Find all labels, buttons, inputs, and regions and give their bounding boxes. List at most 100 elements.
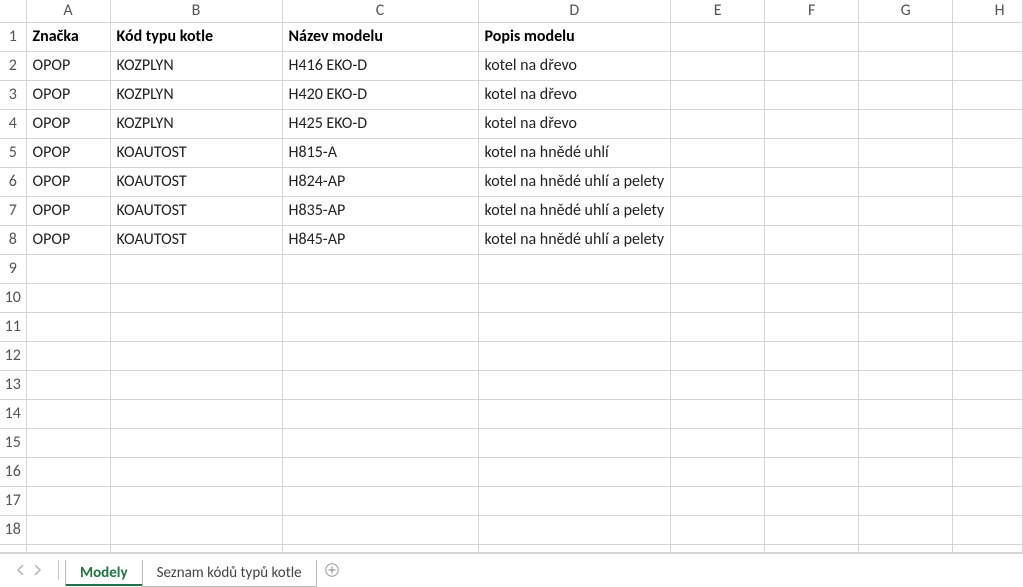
cell-D4[interactable]: kotel na dřevo (478, 110, 671, 139)
row-header-18[interactable]: 18 (0, 516, 26, 545)
cell-C2[interactable]: H416 EKO-D (282, 52, 478, 81)
cell-E19[interactable] (671, 545, 765, 554)
cell-C13[interactable] (282, 371, 478, 400)
cell-D7[interactable]: kotel na hnědé uhlí a pelety (478, 197, 671, 226)
cell-D2[interactable]: kotel na dřevo (478, 52, 671, 81)
cell-A19[interactable] (26, 545, 110, 554)
cell-F6[interactable] (765, 168, 859, 197)
cell-F19[interactable] (765, 545, 859, 554)
cell-D9[interactable] (478, 255, 671, 284)
cell-E1[interactable] (671, 23, 765, 52)
cell-A5[interactable]: OPOP (26, 139, 110, 168)
cell-G10[interactable] (859, 284, 953, 313)
cell-C16[interactable] (282, 458, 478, 487)
cell-C15[interactable] (282, 429, 478, 458)
cell-D17[interactable] (478, 487, 671, 516)
select-all-corner[interactable] (0, 0, 26, 23)
cell-D14[interactable] (478, 400, 671, 429)
cell-B17[interactable] (110, 487, 282, 516)
cell-F5[interactable] (765, 139, 859, 168)
cell-D5[interactable]: kotel na hnědé uhlí (478, 139, 671, 168)
cell-H6[interactable] (953, 168, 1023, 197)
cell-E8[interactable] (671, 226, 765, 255)
cell-E14[interactable] (671, 400, 765, 429)
cell-A9[interactable] (26, 255, 110, 284)
cell-G18[interactable] (859, 516, 953, 545)
cell-B6[interactable]: KOAUTOST (110, 168, 282, 197)
cell-C8[interactable]: H845-AP (282, 226, 478, 255)
cell-E2[interactable] (671, 52, 765, 81)
cell-H9[interactable] (953, 255, 1023, 284)
cell-F14[interactable] (765, 400, 859, 429)
cell-G4[interactable] (859, 110, 953, 139)
cell-H12[interactable] (953, 342, 1023, 371)
cell-B4[interactable]: KOZPLYN (110, 110, 282, 139)
cell-B14[interactable] (110, 400, 282, 429)
cell-G12[interactable] (859, 342, 953, 371)
spreadsheet-grid[interactable]: A B C D E F G H 1ZnačkaKód typu kotleNáz… (0, 0, 1023, 553)
col-header-G[interactable]: G (859, 0, 953, 23)
cell-H13[interactable] (953, 371, 1023, 400)
cell-H4[interactable] (953, 110, 1023, 139)
cell-B18[interactable] (110, 516, 282, 545)
cell-C3[interactable]: H420 EKO-D (282, 81, 478, 110)
cell-H5[interactable] (953, 139, 1023, 168)
row-header-4[interactable]: 4 (0, 110, 26, 139)
cell-F1[interactable] (765, 23, 859, 52)
cell-D19[interactable] (478, 545, 671, 554)
cell-E11[interactable] (671, 313, 765, 342)
cell-A14[interactable] (26, 400, 110, 429)
cell-B12[interactable] (110, 342, 282, 371)
row-header-2[interactable]: 2 (0, 52, 26, 81)
cell-G7[interactable] (859, 197, 953, 226)
cell-B8[interactable]: KOAUTOST (110, 226, 282, 255)
cell-H8[interactable] (953, 226, 1023, 255)
cell-H16[interactable] (953, 458, 1023, 487)
col-header-E[interactable]: E (671, 0, 765, 23)
cell-B9[interactable] (110, 255, 282, 284)
cell-E15[interactable] (671, 429, 765, 458)
cell-E7[interactable] (671, 197, 765, 226)
col-header-H[interactable]: H (953, 0, 1023, 23)
cell-F3[interactable] (765, 81, 859, 110)
cell-C18[interactable] (282, 516, 478, 545)
cell-A17[interactable] (26, 487, 110, 516)
cell-E6[interactable] (671, 168, 765, 197)
row-header-11[interactable]: 11 (0, 313, 26, 342)
cell-B11[interactable] (110, 313, 282, 342)
cell-C11[interactable] (282, 313, 478, 342)
cell-E3[interactable] (671, 81, 765, 110)
cell-G19[interactable] (859, 545, 953, 554)
col-header-D[interactable]: D (478, 0, 671, 23)
sheet-nav-prev-icon[interactable] (14, 563, 28, 577)
cell-H11[interactable] (953, 313, 1023, 342)
cell-F15[interactable] (765, 429, 859, 458)
cell-B2[interactable]: KOZPLYN (110, 52, 282, 81)
cell-G8[interactable] (859, 226, 953, 255)
cell-F13[interactable] (765, 371, 859, 400)
cell-B3[interactable]: KOZPLYN (110, 81, 282, 110)
cell-F12[interactable] (765, 342, 859, 371)
row-header-13[interactable]: 13 (0, 371, 26, 400)
cell-A15[interactable] (26, 429, 110, 458)
cell-E10[interactable] (671, 284, 765, 313)
cell-C5[interactable]: H815-A (282, 139, 478, 168)
new-sheet-button[interactable] (316, 554, 348, 586)
row-header-5[interactable]: 5 (0, 139, 26, 168)
cell-A4[interactable]: OPOP (26, 110, 110, 139)
row-header-9[interactable]: 9 (0, 255, 26, 284)
cell-B7[interactable]: KOAUTOST (110, 197, 282, 226)
cell-F17[interactable] (765, 487, 859, 516)
col-header-F[interactable]: F (765, 0, 859, 23)
cell-H2[interactable] (953, 52, 1023, 81)
cell-A13[interactable] (26, 371, 110, 400)
row-header-6[interactable]: 6 (0, 168, 26, 197)
cell-A18[interactable] (26, 516, 110, 545)
row-header-16[interactable]: 16 (0, 458, 26, 487)
cell-C17[interactable] (282, 487, 478, 516)
cell-E18[interactable] (671, 516, 765, 545)
row-header-12[interactable]: 12 (0, 342, 26, 371)
cell-C7[interactable]: H835-AP (282, 197, 478, 226)
cell-A2[interactable]: OPOP (26, 52, 110, 81)
cell-E12[interactable] (671, 342, 765, 371)
